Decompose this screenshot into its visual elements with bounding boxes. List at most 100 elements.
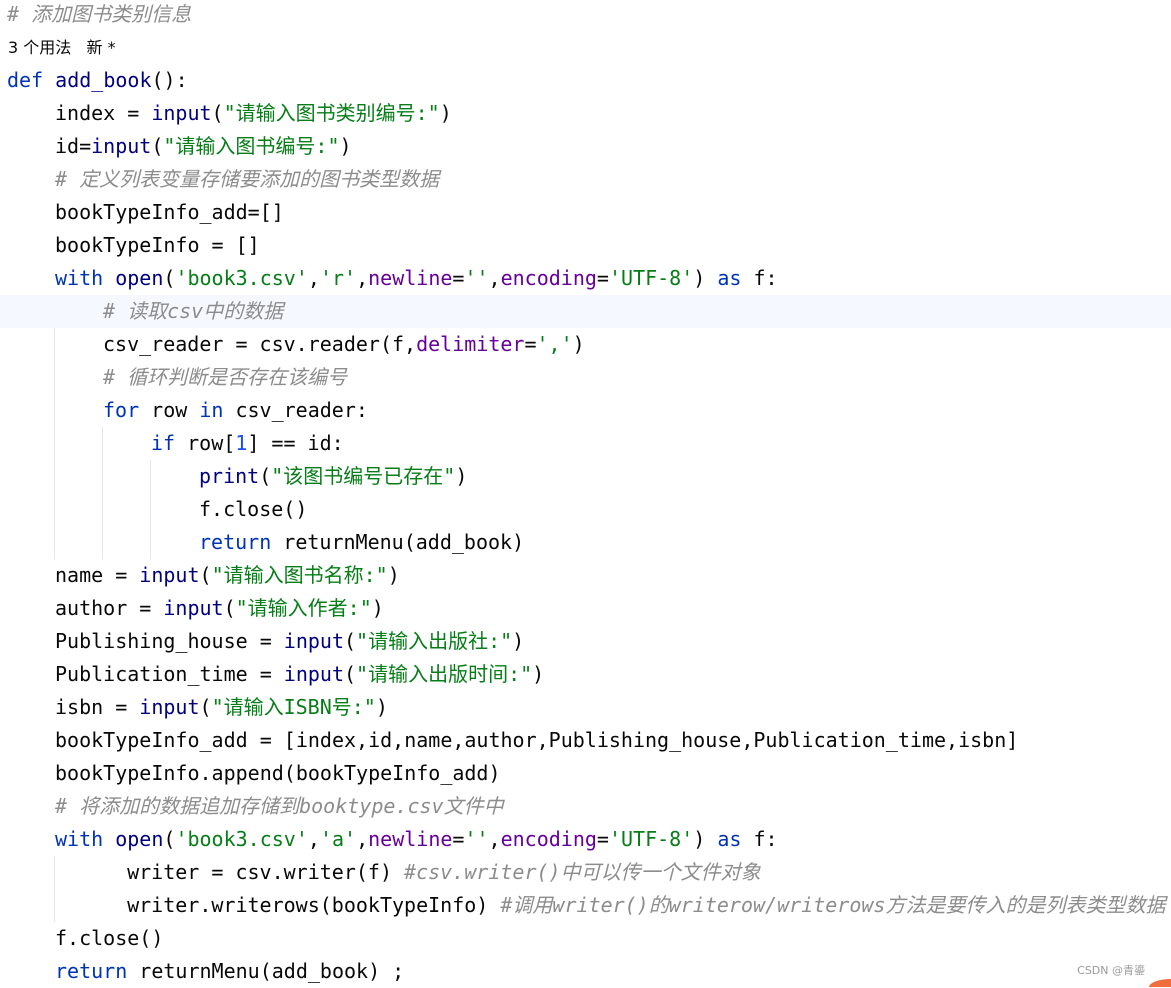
line-content: bookTypeInfo_add = [index,id,name,author… bbox=[55, 724, 1018, 757]
line-content: return returnMenu(add_book) bbox=[199, 526, 524, 559]
code-token: input bbox=[151, 101, 212, 125]
code-token: return bbox=[55, 959, 140, 983]
code-token: input bbox=[91, 134, 152, 158]
code-token: newline bbox=[368, 266, 453, 290]
code-line: # 定义列表变量存储要添加的图书类型数据 bbox=[0, 163, 1171, 196]
code-token: ) bbox=[375, 695, 388, 719]
line-content: with open('book3.csv','a',newline='',enc… bbox=[55, 823, 778, 856]
code-line: name = input("请输入图书名称:") bbox=[0, 559, 1171, 592]
code-token: author = bbox=[55, 596, 164, 620]
code-token: , bbox=[356, 827, 369, 851]
code-token: "该图书编号已存在" bbox=[271, 464, 456, 488]
code-token: , bbox=[307, 266, 320, 290]
code-token: ) bbox=[693, 266, 718, 290]
code-line: id=input("请输入图书编号:") bbox=[0, 130, 1171, 163]
code-comment: # 定义列表变量存储要添加的图书类型数据 bbox=[55, 167, 440, 191]
code-token: '' bbox=[464, 827, 489, 851]
code-token: "请输入图书编号:" bbox=[163, 134, 340, 158]
code-token: ( bbox=[211, 101, 224, 125]
code-token: def bbox=[7, 68, 56, 92]
code-token: ( bbox=[259, 464, 272, 488]
code-token: = bbox=[596, 827, 609, 851]
code-token: = bbox=[524, 332, 537, 356]
code-token: ( bbox=[199, 695, 212, 719]
line-content: 3 个用法 新 * bbox=[8, 31, 116, 64]
code-line: with open('book3.csv','a',newline='',enc… bbox=[0, 823, 1171, 856]
code-line: f.close() bbox=[0, 493, 1171, 526]
code-token: 1 bbox=[235, 431, 248, 455]
code-line: def add_book(): bbox=[0, 64, 1171, 97]
code-token: = bbox=[452, 827, 465, 851]
code-token: csv_reader = csv.reader(f, bbox=[103, 332, 417, 356]
line-content: bookTypeInfo_add=[] bbox=[55, 196, 284, 229]
code-line: index = input("请输入图书类别编号:") bbox=[0, 97, 1171, 130]
code-token: f.close() bbox=[199, 497, 308, 521]
code-token: ( bbox=[163, 266, 176, 290]
code-token: encoding bbox=[500, 266, 597, 290]
code-token: ( bbox=[344, 629, 357, 653]
line-content: print("该图书编号已存在") bbox=[199, 460, 467, 493]
code-line: # 读取csv中的数据 bbox=[0, 295, 1171, 328]
code-token: '' bbox=[464, 266, 489, 290]
code-token: ) bbox=[512, 629, 525, 653]
code-token: , bbox=[307, 827, 320, 851]
line-content: writer.writerows(bookTypeInfo) #调用writer… bbox=[103, 889, 1165, 922]
code-token: input bbox=[163, 596, 224, 620]
line-content: isbn = input("请输入ISBN号:") bbox=[55, 691, 388, 724]
code-line: writer = csv.writer(f) #csv.writer()中可以传… bbox=[0, 856, 1171, 889]
code-line: # 循环判断是否存在该编号 bbox=[0, 361, 1171, 394]
code-token: ( bbox=[344, 662, 357, 686]
code-token: , bbox=[356, 266, 369, 290]
code-token: writer.writerows(bookTypeInfo) bbox=[103, 893, 501, 917]
code-line: f.close() bbox=[0, 922, 1171, 955]
code-token: 3 个用法 新 * bbox=[8, 38, 116, 57]
code-token: add_book bbox=[55, 68, 152, 92]
code-token: , bbox=[488, 827, 501, 851]
code-token: with bbox=[55, 266, 116, 290]
code-line: Publishing_house = input("请输入出版社:") bbox=[0, 625, 1171, 658]
code-token: in bbox=[199, 398, 236, 422]
code-token: (): bbox=[151, 68, 188, 92]
code-token: , bbox=[488, 266, 501, 290]
line-content: # 添加图书类别信息 bbox=[7, 0, 191, 31]
code-token: "请输入图书名称:" bbox=[211, 563, 388, 587]
code-line: for row in csv_reader: bbox=[0, 394, 1171, 427]
code-comment: # 读取csv中的数据 bbox=[103, 299, 284, 323]
code-token: = bbox=[452, 266, 465, 290]
code-token: bookTypeInfo_add = [index,id,name,author… bbox=[55, 728, 1019, 752]
line-content: return returnMenu(add_book) ; bbox=[55, 955, 404, 988]
code-token: bookTypeInfo.append(bookTypeInfo_add) bbox=[55, 761, 501, 785]
code-comment: # 将添加的数据追加存储到booktype.csv文件中 bbox=[55, 794, 504, 818]
code-token: Publication_time = bbox=[55, 662, 284, 686]
code-token: ( bbox=[163, 827, 176, 851]
code-token: 'UTF-8' bbox=[608, 266, 694, 290]
line-content: Publishing_house = input("请输入出版社:") bbox=[55, 625, 524, 658]
code-line: csv_reader = csv.reader(f,delimiter=',') bbox=[0, 328, 1171, 361]
usage-hint[interactable]: 3 个用法 新 * bbox=[0, 31, 1171, 64]
code-token: "请输入出版时间:" bbox=[356, 662, 533, 686]
code-token: print bbox=[199, 464, 260, 488]
code-token: newline bbox=[368, 827, 453, 851]
watermark-label: CSDN @青鎏 bbox=[1077, 964, 1145, 977]
code-editor[interactable]: # 添加图书类别信息 3 个用法 新 * def add_book(): index … bbox=[0, 0, 1171, 987]
code-token: Publishing_house = bbox=[55, 629, 284, 653]
code-token: ) bbox=[387, 563, 400, 587]
line-content: f.close() bbox=[199, 493, 307, 526]
code-line: bookTypeInfo_add=[] bbox=[0, 196, 1171, 229]
code-line: return returnMenu(add_book) ; bbox=[0, 955, 1171, 988]
line-content: author = input("请输入作者:") bbox=[55, 592, 384, 625]
code-token: ] == id: bbox=[247, 431, 344, 455]
line-content: # 读取csv中的数据 bbox=[103, 295, 283, 328]
code-token: 'book3.csv' bbox=[175, 266, 308, 290]
code-token: with bbox=[55, 827, 116, 851]
code-token: ',' bbox=[536, 332, 573, 356]
code-token: id= bbox=[55, 134, 92, 158]
line-content: with open('book3.csv','r',newline='',enc… bbox=[55, 262, 778, 295]
code-token: ) bbox=[572, 332, 585, 356]
code-token: 'a' bbox=[319, 827, 357, 851]
code-line: bookTypeInfo = [] bbox=[0, 229, 1171, 262]
line-content: if row[1] == id: bbox=[151, 427, 344, 460]
line-content: csv_reader = csv.reader(f,delimiter=',') bbox=[103, 328, 585, 361]
code-token: input bbox=[139, 695, 200, 719]
code-token: f: bbox=[753, 266, 778, 290]
